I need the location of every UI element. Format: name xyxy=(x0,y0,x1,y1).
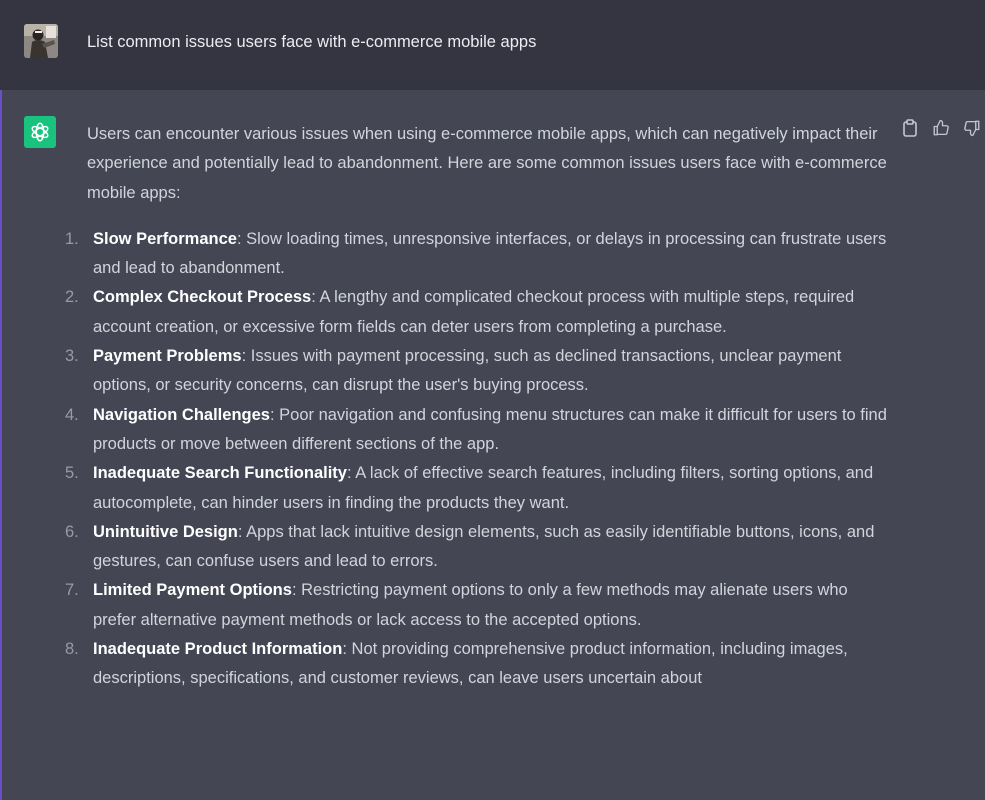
list-item: 8. Inadequate Product Information: Not pr… xyxy=(65,635,887,694)
assistant-message-content: Users can encounter various issues when … xyxy=(65,120,887,694)
user-message-text: List common issues users face with e-com… xyxy=(87,33,537,51)
list-number: 6. xyxy=(65,522,79,541)
list-item: 3. Payment Problems: Issues with payment … xyxy=(65,342,887,401)
list-number: 1. xyxy=(65,229,79,248)
list-number: 2. xyxy=(65,288,79,307)
issue-title: Slow Performance xyxy=(93,229,237,248)
issue-title: Unintuitive Design xyxy=(93,522,238,541)
list-number: 7. xyxy=(65,581,79,600)
issue-title: Inadequate Product Information xyxy=(93,640,343,659)
list-item: 5. Inadequate Search Functionality: A lac… xyxy=(65,459,887,518)
assistant-message-row: Users can encounter various issues when … xyxy=(0,90,985,800)
list-number: 8. xyxy=(65,640,79,659)
issue-title: Payment Problems xyxy=(93,347,242,366)
list-item: 6. Unintuitive Design: Apps that lack int… xyxy=(65,518,887,577)
list-item: 7. Limited Payment Options: Restricting p… xyxy=(65,576,887,635)
openai-logo-icon xyxy=(24,116,56,148)
thumbs-down-icon[interactable] xyxy=(962,118,982,138)
answer-intro: Users can encounter various issues when … xyxy=(87,125,887,202)
issue-title: Limited Payment Options xyxy=(93,581,292,600)
list-item: 4. Navigation Challenges: Poor navigation… xyxy=(65,401,887,460)
list-number: 4. xyxy=(65,405,79,424)
focus-edge xyxy=(0,90,2,800)
list-item: 2. Complex Checkout Process: A lengthy an… xyxy=(65,283,887,342)
user-message-row: List common issues users face with e-com… xyxy=(0,0,985,90)
issue-title: Navigation Challenges xyxy=(93,405,270,424)
user-avatar xyxy=(24,24,58,58)
chat-page: List common issues users face with e-com… xyxy=(0,0,985,800)
list-number: 3. xyxy=(65,347,79,366)
list-number: 5. xyxy=(65,464,79,483)
thumbs-up-icon[interactable] xyxy=(931,118,951,138)
message-actions xyxy=(900,118,982,138)
issue-title: Inadequate Search Functionality xyxy=(93,464,347,483)
clipboard-icon[interactable] xyxy=(900,118,920,138)
list-item: 1. Slow Performance: Slow loading times, … xyxy=(65,225,887,284)
issue-title: Complex Checkout Process xyxy=(93,288,312,307)
issues-list: 1. Slow Performance: Slow loading times, … xyxy=(65,225,887,694)
